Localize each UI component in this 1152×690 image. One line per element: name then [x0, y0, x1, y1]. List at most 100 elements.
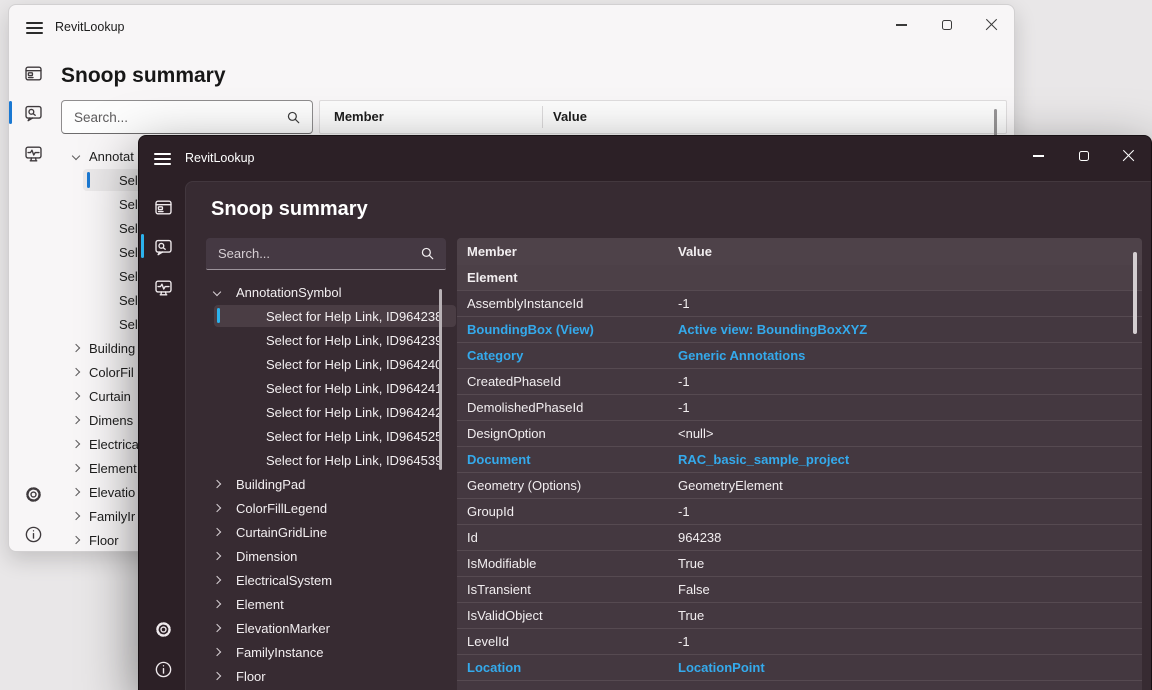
tree-item[interactable]: BuildingPad — [206, 472, 442, 496]
tree-item-label: Select for Help Link, ID964239 — [266, 332, 443, 348]
tree-item[interactable]: CurtainGridLine — [206, 520, 442, 544]
value-column-header[interactable]: Value — [553, 101, 587, 133]
tree-item[interactable]: Select for Help Link, ID964539 — [206, 448, 442, 472]
minimize-button[interactable] — [879, 5, 924, 45]
tree-item-label: Building — [89, 340, 136, 356]
tree-item-label: FamilyInstance — [236, 644, 324, 660]
tree-item-label: FamilyIr — [89, 508, 136, 524]
settings-button[interactable] — [18, 479, 48, 509]
maximize-icon — [941, 20, 952, 30]
minimize-button[interactable] — [1016, 136, 1061, 176]
tree-item-label: ColorFil — [89, 364, 134, 380]
settings-gear-icon — [25, 486, 41, 502]
desktop: RevitLookup Snoop summary Search... Memb… — [0, 0, 1152, 690]
tree-item[interactable]: Dimension — [206, 544, 442, 568]
tree-item-label: Select for Help Link, ID964241 — [266, 380, 443, 396]
value-column-header[interactable]: Value — [678, 244, 1142, 259]
nav-events-button[interactable] — [148, 272, 178, 302]
settings-button[interactable] — [148, 614, 178, 644]
tree-item-label: ElevationMarker — [236, 620, 330, 636]
chevron-icon — [71, 343, 81, 353]
member-column-header[interactable]: Member — [457, 244, 678, 259]
about-button[interactable] — [18, 519, 48, 549]
table-row[interactable]: LevelId -1 — [457, 629, 1142, 655]
table-row[interactable]: Geometry (Options) GeometryElement — [457, 473, 1142, 499]
table-row[interactable]: AssemblyInstanceId -1 — [457, 291, 1142, 317]
tree-item[interactable]: Element — [206, 592, 442, 616]
tree-item[interactable]: Select for Help Link, ID964238 — [206, 304, 456, 328]
maximize-button[interactable] — [924, 5, 969, 45]
table-row[interactable]: Document RAC_basic_sample_project — [457, 447, 1142, 473]
tree-item[interactable]: Floor — [206, 664, 442, 688]
grid-scrollbar[interactable] — [1133, 252, 1137, 334]
tree-item-label: Select for Help Link, ID964242 — [266, 404, 443, 420]
close-button[interactable] — [969, 5, 1014, 45]
table-row[interactable]: IsValidObject True — [457, 603, 1142, 629]
chevron-icon — [212, 623, 222, 633]
tree-item[interactable]: FamilyInstance — [206, 640, 442, 664]
grid-header: Member Value — [457, 238, 1142, 265]
table-row[interactable]: DemolishedPhaseId -1 — [457, 395, 1142, 421]
member-cell: DesignOption — [467, 426, 546, 441]
value-cell: Generic Annotations — [678, 348, 806, 363]
tree-item[interactable]: ElectricalSystem — [206, 568, 442, 592]
chevron-icon — [71, 487, 81, 497]
tree-item[interactable]: Select for Help Link, ID964239 — [206, 328, 442, 352]
nav-snoop-button[interactable] — [148, 232, 178, 262]
table-row[interactable]: IsModifiable True — [457, 551, 1142, 577]
tree-item[interactable]: Select for Help Link, ID964525 — [206, 424, 442, 448]
tree-item-label: CurtainGridLine — [236, 524, 328, 540]
chevron-icon — [212, 551, 222, 561]
tree-item[interactable]: ElevationMarker — [206, 616, 442, 640]
search-input[interactable]: Search... — [61, 100, 313, 134]
tree-item[interactable]: Select for Help Link, ID964242 — [206, 400, 442, 424]
table-row[interactable]: GroupId -1 — [457, 499, 1142, 525]
table-row[interactable]: Id 964238 — [457, 525, 1142, 551]
value-cell: 964238 — [678, 530, 722, 545]
table-row[interactable]: DesignOption <null> — [457, 421, 1142, 447]
tree-item[interactable]: AnnotationSymbol — [206, 280, 442, 304]
nav-dashboard-button[interactable] — [148, 192, 178, 222]
tree-item-label: Select for Help Link, ID964539 — [266, 452, 443, 468]
window-title: RevitLookup — [55, 20, 125, 34]
titlebar[interactable]: RevitLookup — [9, 5, 1014, 49]
hamburger-menu-icon[interactable] — [26, 22, 43, 34]
search-input[interactable]: Search... — [206, 238, 446, 270]
chevron-icon — [212, 647, 222, 657]
maximize-button[interactable] — [1061, 136, 1106, 176]
tree-item-label: Dimension — [236, 548, 298, 564]
value-cell: GeometryElement — [678, 478, 783, 493]
table-row[interactable]: CreatedPhaseId -1 — [457, 369, 1142, 395]
table-row[interactable]: Location LocationPoint — [457, 655, 1142, 681]
tree-item[interactable]: Select for Help Link, ID964240 — [206, 352, 442, 376]
revitlookup-window-dark: RevitLookup Snoop summary Search... Anno… — [138, 135, 1152, 690]
member-column-header[interactable]: Member — [334, 101, 384, 133]
tree-item-label: Floor — [236, 668, 266, 684]
nav-snoop-button[interactable] — [18, 98, 48, 128]
tree-scrollbar[interactable] — [439, 289, 442, 470]
tree-item[interactable]: ColorFillLegend — [206, 496, 442, 520]
events-monitor-icon — [154, 280, 172, 296]
nav-selection-indicator — [9, 101, 12, 124]
table-row[interactable]: Element — [457, 265, 1142, 291]
nav-events-button[interactable] — [18, 138, 48, 168]
table-row[interactable]: BoundingBox (View) Active view: Bounding… — [457, 317, 1142, 343]
hamburger-menu-icon[interactable] — [154, 153, 171, 165]
about-info-icon — [25, 526, 41, 542]
tree-item-label: Select for Help Link, ID964525 — [266, 428, 443, 444]
tree-item-label: Curtain — [89, 388, 131, 404]
nav-dashboard-button[interactable] — [18, 58, 48, 88]
grid-scrollbar[interactable] — [994, 109, 997, 137]
table-row[interactable]: Category Generic Annotations — [457, 343, 1142, 369]
tree-item[interactable]: Select for Help Link, ID964241 — [206, 376, 442, 400]
member-cell: IsValidObject — [467, 608, 543, 623]
about-button[interactable] — [148, 654, 178, 684]
table-row[interactable]: IsTransient False — [457, 577, 1142, 603]
member-cell: BoundingBox (View) — [467, 322, 594, 337]
tree-item-label: Floor — [89, 532, 119, 548]
search-icon — [287, 111, 300, 124]
close-icon — [1122, 150, 1135, 163]
close-button[interactable] — [1106, 136, 1151, 176]
chevron-icon — [212, 527, 222, 537]
member-cell: Id — [467, 530, 478, 545]
